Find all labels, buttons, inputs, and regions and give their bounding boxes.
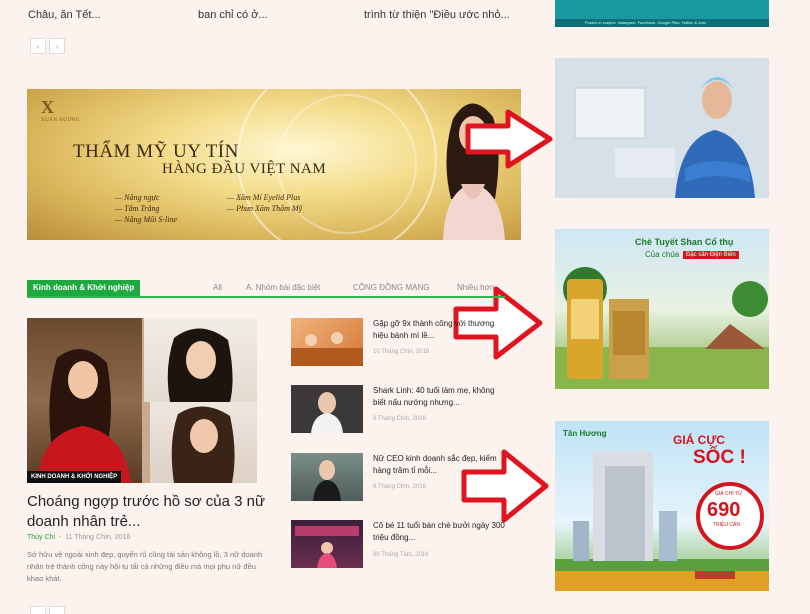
photo-panel: [27, 318, 142, 483]
article-thumbnail[interactable]: [291, 318, 363, 366]
service-list-left: Nâng ngực Tắm Trắng Nâng Mũi S-line: [115, 192, 177, 225]
article-thumbnail[interactable]: [291, 453, 363, 501]
category-bar: Kinh doanh & Khởi nghiệp All A. Nhóm bài…: [27, 280, 505, 298]
article-title[interactable]: Nữ CEO kinh doanh sắc đẹp, kiếm hàng tră…: [373, 453, 505, 477]
article-date: 8 Tháng Chín, 2016: [373, 484, 426, 490]
main-story-title[interactable]: Choáng ngợp trước hồ sơ của 3 nữ doanh n…: [27, 492, 267, 532]
banner-subheadline: HÀNG ĐẦU VIỆT NAM: [162, 161, 327, 177]
banner-headline: THẨM MỸ UY TÍN: [73, 141, 239, 162]
article-title[interactable]: Gặp gỡ 9x thành công với thương hiệu bán…: [373, 318, 505, 342]
next-page-button[interactable]: ›: [49, 38, 65, 54]
prev-page-button[interactable]: ‹: [30, 38, 46, 54]
social-ad-banner[interactable]: Posted in subject, Instagram, Facebook, …: [555, 0, 769, 27]
pagination: ‹ ›: [30, 38, 65, 54]
doctor-photo: [555, 58, 769, 198]
tab-all[interactable]: All: [213, 283, 222, 292]
article-title[interactable]: Cô bé 11 tuổi bán chè bưởi ngày 300 triệ…: [373, 520, 505, 544]
article-thumbnail[interactable]: [291, 385, 363, 433]
beauty-banner-ad[interactable]: X XUÂN HƯƠNG THẨM MỸ UY TÍN HÀNG ĐẦU VIỆT…: [27, 89, 521, 240]
article-title[interactable]: Shark Linh: 40 tuổi làm mẹ, không biết n…: [373, 385, 505, 409]
headline-link[interactable]: trình từ thiện "Điều ước nhỏ...: [364, 9, 510, 21]
tea-ad-badge: Đặc sản Điện Biên: [683, 251, 739, 259]
main-story-excerpt: Sở hữu vẻ ngoài xinh đẹp, quyến rũ cũng …: [27, 550, 263, 583]
post-date: 11 Tháng Chín, 2016: [65, 534, 131, 541]
author-link[interactable]: Thủy Chi: [27, 534, 55, 541]
tab-special[interactable]: A. Nhóm bài đặc biệt: [246, 283, 320, 292]
tab-community[interactable]: CỘNG ĐỒNG MẠNG: [353, 283, 429, 292]
brand-logo: X XUÂN HƯƠNG: [41, 97, 81, 123]
prev-page-button[interactable]: [30, 606, 46, 614]
pagination: [30, 606, 65, 614]
next-page-button[interactable]: [49, 606, 65, 614]
photo-panel: [144, 318, 257, 402]
headline-link[interactable]: Châu, ăn Tết...: [28, 9, 101, 21]
price-value: 690: [707, 499, 741, 521]
tea-ad[interactable]: Chè Tuyết Shan Cổ thụ Của chúa Đặc sản Đ…: [555, 229, 769, 389]
clinic-ad[interactable]: [555, 58, 769, 198]
arrow-icon: [465, 109, 553, 169]
apartment-ad[interactable]: Tân Hương GIÁ CỰC SỐC ! GIÁ CHỈ TỪ 690 T…: [555, 421, 769, 591]
ad-caption: Posted in subject, Instagram, Facebook, …: [555, 19, 769, 27]
category-tag[interactable]: KINH DOANH & KHỞI NGHIỆP: [27, 471, 122, 483]
article-thumbnail[interactable]: [291, 520, 363, 568]
article-date: 30 Tháng Tám, 2016: [373, 552, 429, 558]
tea-ad-subtitle: Của chúa: [645, 250, 680, 259]
price-unit: TRIỆU CĂN: [713, 522, 740, 528]
apartment-headline: GIÁ CỰC: [673, 433, 725, 447]
apartment-logo: Tân Hương: [563, 429, 607, 438]
tab-more[interactable]: Nhiều hơn: [457, 283, 494, 292]
photo-panel: [150, 402, 257, 483]
main-story-meta: Thủy Chi - 11 Tháng Chín, 2016: [27, 534, 131, 541]
category-badge[interactable]: Kinh doanh & Khởi nghiệp: [27, 280, 141, 296]
main-story-image[interactable]: KINH DOANH & KHỞI NGHIỆP: [27, 318, 257, 483]
apartment-headline-emphasis: SỐC !: [693, 447, 746, 468]
article-date: 9 Tháng Chín, 2016: [373, 416, 426, 422]
tea-ad-title: Chè Tuyết Shan Cổ thụ: [635, 237, 734, 247]
headline-link[interactable]: ban chỉ có ở...: [198, 9, 268, 21]
service-list-right: Xăm Mí Eyelid Plus Phun Xăm Thẩm Mỹ: [227, 192, 302, 214]
article-date: 10 Tháng Chín, 2016: [373, 349, 430, 355]
price-label: GIÁ CHỈ TỪ: [715, 491, 743, 497]
